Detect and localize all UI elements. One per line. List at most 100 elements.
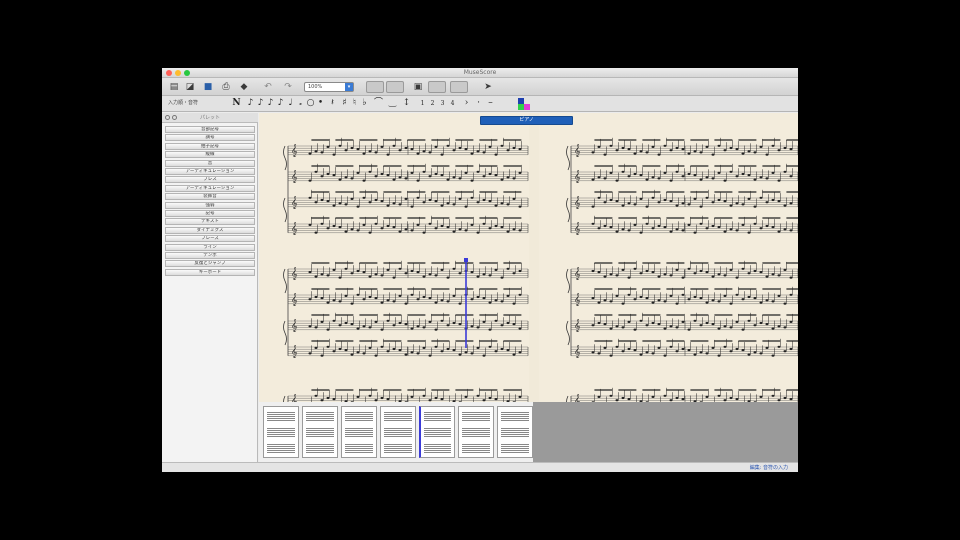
- loop-button[interactable]: [428, 81, 446, 93]
- view-mode-button[interactable]: [366, 81, 384, 93]
- cursor-icon[interactable]: ➤: [482, 81, 494, 93]
- redo-icon[interactable]: ↷: [282, 81, 294, 93]
- open-icon[interactable]: ◪: [184, 81, 196, 93]
- rest-icon[interactable]: 𝄽: [328, 98, 337, 109]
- score-canvas[interactable]: ピアノ 𝄞𝄞𝄞𝄞𝄞𝄞𝄞𝄞𝄞𝄞𝄞𝄞𝄞𝄞𝄞𝄞𝄞𝄞𝄞𝄞𝄞𝄞𝄞𝄞: [259, 113, 798, 402]
- navigator-page-thumbnail[interactable]: [341, 406, 377, 458]
- palette-item[interactable]: ブレス: [165, 176, 255, 184]
- note-head: [518, 205, 522, 208]
- page-view-button[interactable]: [386, 81, 404, 93]
- new-score-icon[interactable]: ▤: [168, 81, 180, 93]
- duration-whole-icon[interactable]: ○: [306, 98, 315, 109]
- palette-item[interactable]: キーボード: [165, 268, 255, 276]
- undo-icon[interactable]: ↶: [262, 81, 274, 93]
- slur-icon[interactable]: ‿: [388, 98, 397, 109]
- palette-item[interactable]: アーティキュレーション: [165, 184, 255, 192]
- voice-1-icon[interactable]: 1: [418, 98, 427, 109]
- note-input-button[interactable]: N: [232, 98, 241, 109]
- voice-colors-icon[interactable]: [518, 98, 530, 110]
- duration-16th-icon[interactable]: ♪: [266, 98, 275, 109]
- note-head: [639, 319, 643, 322]
- dot-icon[interactable]: •: [316, 98, 325, 109]
- note-head: [783, 228, 787, 231]
- play-icon[interactable]: ▣: [412, 81, 424, 93]
- note-head: [380, 274, 384, 277]
- articulation-icon[interactable]: ›: [462, 98, 471, 109]
- sharp-icon[interactable]: ♯: [340, 98, 349, 109]
- palette-item[interactable]: 装飾音: [165, 193, 255, 201]
- note-head: [488, 274, 492, 277]
- note-head: [639, 295, 643, 299]
- note-head: [699, 351, 703, 354]
- staccato-icon[interactable]: ·: [474, 98, 483, 109]
- clef-glyph: 𝄞: [291, 267, 298, 280]
- thumbnail-system: [501, 411, 529, 421]
- note-head: [488, 200, 492, 203]
- palette-item[interactable]: アーティキュレーション: [165, 168, 255, 175]
- duration-eighth-icon[interactable]: ♪: [276, 98, 285, 109]
- duration-quarter-icon[interactable]: ♩: [286, 98, 295, 109]
- note-head: [717, 198, 721, 202]
- save-icon[interactable]: ■: [202, 81, 214, 93]
- print-icon[interactable]: ⎙: [220, 81, 232, 93]
- palette-item[interactable]: 音部記号: [165, 126, 255, 133]
- palette-item[interactable]: テキスト: [165, 218, 255, 226]
- palette-item[interactable]: 反復とジャンプ: [165, 260, 255, 268]
- note-head: [777, 345, 781, 348]
- note-head: [434, 200, 438, 203]
- palette-item[interactable]: 調号: [165, 134, 255, 142]
- navigator-page-thumbnail[interactable]: [497, 406, 533, 458]
- metronome-button[interactable]: [450, 81, 468, 93]
- note-head: [663, 327, 667, 330]
- musescore-logo-icon[interactable]: ◆: [238, 81, 250, 93]
- score-pages-svg[interactable]: 𝄞𝄞𝄞𝄞𝄞𝄞𝄞𝄞𝄞𝄞𝄞𝄞𝄞𝄞𝄞𝄞𝄞𝄞𝄞𝄞𝄞𝄞𝄞𝄞: [259, 113, 798, 402]
- palette-item[interactable]: 強弱: [165, 201, 255, 209]
- note-head: [518, 148, 522, 151]
- note-head: [657, 275, 661, 278]
- palette-settings-icon[interactable]: [172, 115, 177, 120]
- note-head: [488, 227, 492, 230]
- zoom-select[interactable]: 100% ▾: [304, 82, 354, 92]
- note-head: [500, 300, 504, 303]
- duration-64th-icon[interactable]: ♪: [246, 98, 255, 109]
- navigator-page-thumbnail[interactable]: [263, 406, 299, 458]
- navigator-panel[interactable]: [259, 402, 798, 462]
- palette-item[interactable]: 拍子記号: [165, 142, 255, 150]
- navigator-page-thumbnail[interactable]: [419, 406, 455, 458]
- natural-icon[interactable]: ♮: [350, 98, 359, 109]
- palette-expand-icon[interactable]: [165, 115, 170, 120]
- note-head: [350, 146, 354, 150]
- duration-32nd-icon[interactable]: ♪: [256, 98, 265, 109]
- navigator-page-thumbnail[interactable]: [302, 406, 338, 458]
- note-head: [314, 275, 318, 278]
- tenuto-icon[interactable]: –: [486, 98, 495, 109]
- palette-item[interactable]: 記号: [165, 210, 255, 217]
- palette-item[interactable]: テンポ: [165, 252, 255, 259]
- flat-icon[interactable]: ♭: [360, 98, 369, 109]
- note-head: [783, 268, 787, 271]
- voice-2-icon[interactable]: 2: [428, 98, 437, 109]
- duration-half-icon[interactable]: 𝅗: [296, 98, 305, 109]
- navigator-page-thumbnail[interactable]: [380, 406, 416, 458]
- note-head: [410, 229, 414, 232]
- note-head: [741, 298, 745, 301]
- note-head: [428, 198, 432, 202]
- note-head: [332, 299, 336, 302]
- flip-icon[interactable]: ↕: [402, 98, 411, 109]
- tie-icon[interactable]: ⌒: [374, 98, 383, 109]
- palette-item[interactable]: ダイナミクス: [165, 226, 255, 234]
- palette-item[interactable]: ライン: [165, 243, 255, 251]
- note-head: [747, 319, 751, 322]
- note-head: [771, 144, 775, 147]
- navigator-page-thumbnail[interactable]: [458, 406, 494, 458]
- note-head: [404, 228, 408, 231]
- voice-4-icon[interactable]: 4: [448, 98, 457, 109]
- note-head: [446, 276, 450, 279]
- note-head: [440, 398, 444, 401]
- note-head: [783, 170, 787, 173]
- palette-item[interactable]: フレーズ: [165, 235, 255, 243]
- note-head: [488, 396, 492, 400]
- palette-item[interactable]: 縦線: [165, 151, 255, 159]
- voice-3-icon[interactable]: 3: [438, 98, 447, 109]
- palette-item[interactable]: 音: [165, 159, 255, 167]
